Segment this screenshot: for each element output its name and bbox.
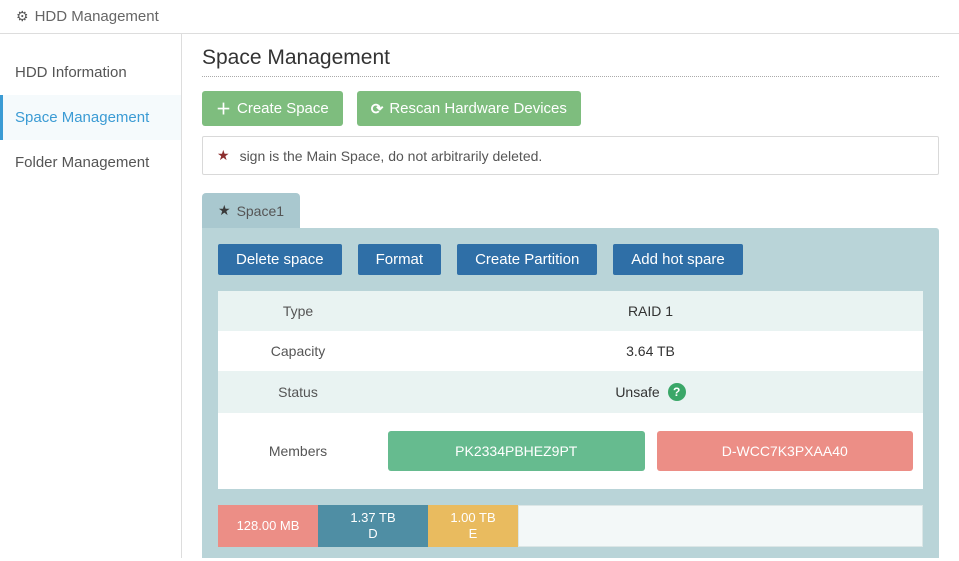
header-title: HDD Management (35, 8, 159, 25)
members-label: Members (218, 413, 378, 489)
plus-icon: ＋ (216, 98, 231, 119)
member-disk-bad[interactable]: D-WCC7K3PXAA40 (657, 431, 914, 471)
refresh-icon: ⟳ (371, 100, 384, 118)
partition-d[interactable]: 1.37 TB D (318, 505, 428, 547)
type-value: RAID 1 (378, 291, 923, 331)
member-disk-ok[interactable]: PK2334PBHEZ9PT (388, 431, 645, 471)
rescan-hardware-button[interactable]: ⟳ Rescan Hardware Devices (357, 91, 581, 126)
partition-bar: 128.00 MB 1.37 TB D 1.00 TB E (218, 505, 923, 547)
page-title: Space Management (202, 46, 939, 77)
partition-letter: D (368, 526, 377, 542)
partition-system[interactable]: 128.00 MB (218, 505, 318, 547)
partition-letter: E (469, 526, 478, 542)
status-label: Status (218, 371, 378, 413)
status-value: Unsafe (615, 384, 659, 400)
help-icon[interactable]: ? (668, 383, 686, 401)
sidebar-item-folder-management[interactable]: Folder Management (0, 140, 181, 185)
format-button[interactable]: Format (358, 244, 442, 275)
create-partition-button[interactable]: Create Partition (457, 244, 597, 275)
sidebar-item-hdd-information[interactable]: HDD Information (0, 50, 181, 95)
main-space-notice: ★ sign is the Main Space, do not arbitra… (202, 136, 939, 175)
partition-size: 1.00 TB (450, 510, 495, 526)
partition-e[interactable]: 1.00 TB E (428, 505, 518, 547)
delete-space-button[interactable]: Delete space (218, 244, 342, 275)
space-info-table: Type RAID 1 Capacity 3.64 TB Status Unsa… (218, 291, 923, 489)
partition-size: 1.37 TB (350, 510, 395, 526)
add-hot-spare-button[interactable]: Add hot spare (613, 244, 742, 275)
partition-free[interactable] (518, 505, 923, 547)
main-content: Space Management ＋ Create Space ⟳ Rescan… (182, 34, 959, 558)
capacity-value: 3.64 TB (378, 331, 923, 371)
star-icon: ★ (218, 202, 231, 219)
tab-space1[interactable]: ★ Space1 (202, 193, 300, 228)
gear-icon: ⚙ (16, 8, 29, 25)
capacity-label: Capacity (218, 331, 378, 371)
space-panel: Delete space Format Create Partition Add… (202, 228, 939, 558)
sidebar-item-space-management[interactable]: Space Management (0, 95, 181, 140)
star-icon: ★ (217, 147, 230, 164)
rescan-label: Rescan Hardware Devices (389, 100, 567, 117)
tab-label: Space1 (237, 203, 284, 219)
sidebar: HDD Information Space Management Folder … (0, 34, 182, 558)
create-space-label: Create Space (237, 100, 329, 117)
create-space-button[interactable]: ＋ Create Space (202, 91, 343, 126)
type-label: Type (218, 291, 378, 331)
partition-size: 128.00 MB (237, 518, 300, 534)
notice-text: sign is the Main Space, do not arbitrari… (240, 148, 543, 164)
